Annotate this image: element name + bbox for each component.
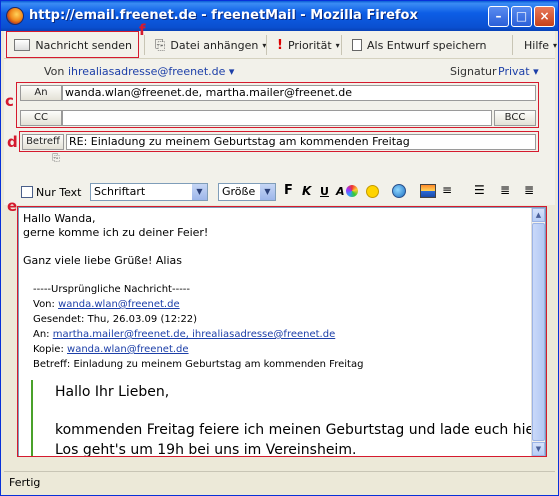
quoted-line: kommenden Freitag feiere ich meinen Gebu…	[55, 422, 540, 438]
from-select[interactable]: ihrealiasadresse@freenet.de ▾	[68, 65, 234, 78]
list-icon[interactable]: ☰	[474, 183, 485, 197]
paperclip-icon: ⎘	[155, 37, 166, 53]
status-bar: Fertig	[4, 471, 555, 493]
indent-icon[interactable]: ≣	[524, 183, 534, 197]
attach-file-button[interactable]: ⎘ Datei anhängen ▾	[150, 34, 271, 56]
color-palette-icon[interactable]	[346, 185, 358, 197]
window-title: http://email.freenet.de - freenetMail - …	[29, 8, 418, 23]
plain-text-checkbox[interactable]	[21, 186, 33, 198]
firefox-icon	[6, 7, 24, 25]
underline-button[interactable]: U	[320, 185, 329, 198]
compose-toolbar: Nachricht senden ⎘ Datei anhängen ▾ ! Pr…	[4, 31, 557, 59]
font-select[interactable]: Schriftart ▼	[90, 183, 208, 201]
body-line: Hallo Wanda,	[23, 212, 96, 225]
cc-button[interactable]: CC	[20, 110, 62, 126]
original-subject-value: Einladung zu meinem Geburtstag am kommen…	[73, 359, 364, 370]
help-label: Hilfe	[524, 38, 550, 52]
marker-letter-e: e	[7, 197, 18, 215]
font-select-value: Schriftart	[94, 185, 146, 198]
size-select-value: Größe	[222, 185, 256, 198]
priority-icon: !	[277, 37, 283, 53]
original-subject-label: Betreff:	[33, 359, 71, 370]
original-sent-value: Thu, 26.03.09 (12:22)	[87, 314, 198, 325]
marker-letter-c: c	[5, 92, 14, 110]
attachment-paperclip-icon: ⎘	[52, 153, 60, 164]
original-sent-label: Gesendet:	[33, 314, 85, 325]
scroll-down-arrow-icon[interactable]: ▼	[532, 442, 545, 456]
chevron-down-icon: ▼	[260, 184, 275, 200]
align-icon[interactable]: ≡	[442, 183, 452, 197]
globe-link-icon[interactable]	[392, 184, 406, 198]
original-to: An: martha.mailer@freenet.de, ihrealiasa…	[33, 329, 335, 340]
size-select[interactable]: Größe ▼	[218, 183, 276, 201]
message-editor[interactable]: Hallo Wanda, gerne komme ich zu deiner F…	[18, 207, 546, 457]
original-copy: Kopie: wanda.wlan@freenet.de	[33, 344, 189, 355]
original-from-label: Von:	[33, 299, 55, 310]
toolbar-divider	[512, 35, 513, 55]
editor-scrollbar[interactable]: ▲ ▼	[531, 208, 545, 456]
marker-letter-f: f	[139, 21, 146, 39]
priority-label: Priorität	[287, 38, 332, 52]
format-toolbar: Nur Text Schriftart ▼ Größe ▼ F K U A ≡ …	[4, 181, 555, 205]
original-subject: Betreff: Einladung zu meinem Geburtstag …	[33, 359, 363, 370]
quoted-line: Los geht's um 19h bei uns im Vereinsheim…	[55, 442, 357, 457]
attach-label: Datei anhängen	[170, 38, 259, 52]
minimize-button[interactable]: –	[488, 6, 509, 27]
body-line: gerne komme ich zu deiner Feier!	[23, 226, 209, 239]
signature-label: Signatur	[450, 65, 497, 78]
send-message-button[interactable]: Nachricht senden	[9, 34, 137, 56]
scroll-thumb[interactable]	[532, 223, 545, 441]
signature-select[interactable]: Privat ▾	[498, 65, 539, 78]
toolbar-divider	[341, 35, 342, 55]
original-to-link[interactable]: martha.mailer@freenet.de, ihrealiasadres…	[53, 329, 335, 340]
bcc-button[interactable]: BCC	[494, 110, 536, 126]
quoted-line: Hallo Ihr Lieben,	[55, 384, 170, 400]
italic-button[interactable]: K	[302, 184, 311, 198]
envelope-icon	[14, 39, 31, 51]
subject-field[interactable]: RE: Einladung zu meinem Geburtstag am ko…	[66, 134, 536, 150]
to-field[interactable]: wanda.wlan@freenet.de, martha.mailer@fre…	[62, 85, 536, 101]
scroll-up-arrow-icon[interactable]: ▲	[532, 208, 545, 222]
to-button[interactable]: An	[20, 85, 62, 101]
image-icon[interactable]	[420, 184, 436, 198]
chevron-down-icon: ▼	[192, 184, 207, 200]
close-button[interactable]: ×	[534, 6, 555, 27]
original-sent: Gesendet: Thu, 26.03.09 (12:22)	[33, 314, 197, 325]
send-label: Nachricht senden	[35, 38, 132, 52]
cc-field[interactable]	[62, 110, 492, 126]
subject-button[interactable]: Betreff	[22, 134, 64, 150]
original-to-label: An:	[33, 329, 50, 340]
outdent-icon[interactable]: ≣	[500, 183, 510, 197]
original-from-link[interactable]: wanda.wlan@freenet.de	[58, 299, 180, 310]
document-icon	[352, 39, 362, 51]
priority-button[interactable]: ! Priorität ▾	[272, 34, 345, 56]
text-color-button[interactable]: A	[336, 185, 345, 198]
marker-letter-d: d	[7, 133, 18, 151]
browser-window: http://email.freenet.de - freenetMail - …	[0, 0, 559, 496]
toolbar-divider	[266, 35, 267, 55]
chevron-down-icon: ▾	[553, 40, 558, 50]
from-label: Von	[44, 65, 65, 78]
original-copy-link[interactable]: wanda.wlan@freenet.de	[67, 344, 189, 355]
quote-bar	[31, 380, 33, 456]
message-header: Von ihrealiasadresse@freenet.de ▾ Signat…	[4, 59, 555, 181]
help-button[interactable]: Hilfe ▾	[519, 34, 559, 56]
body-line: Ganz viele liebe Grüße! Alias	[23, 254, 183, 267]
bold-button[interactable]: F	[284, 183, 293, 198]
original-copy-label: Kopie:	[33, 344, 64, 355]
chevron-down-icon: ▾	[335, 40, 340, 50]
title-bar: http://email.freenet.de - freenetMail - …	[1, 1, 558, 31]
original-from: Von: wanda.wlan@freenet.de	[33, 299, 180, 310]
plain-text-label: Nur Text	[36, 186, 82, 199]
original-header: -----Ursprüngliche Nachricht-----	[33, 284, 191, 295]
smiley-icon[interactable]	[366, 185, 379, 198]
draft-label: Als Entwurf speichern	[367, 38, 487, 52]
save-draft-button[interactable]: Als Entwurf speichern	[347, 34, 492, 56]
maximize-button[interactable]: □	[511, 6, 532, 27]
status-text: Fertig	[9, 476, 41, 489]
